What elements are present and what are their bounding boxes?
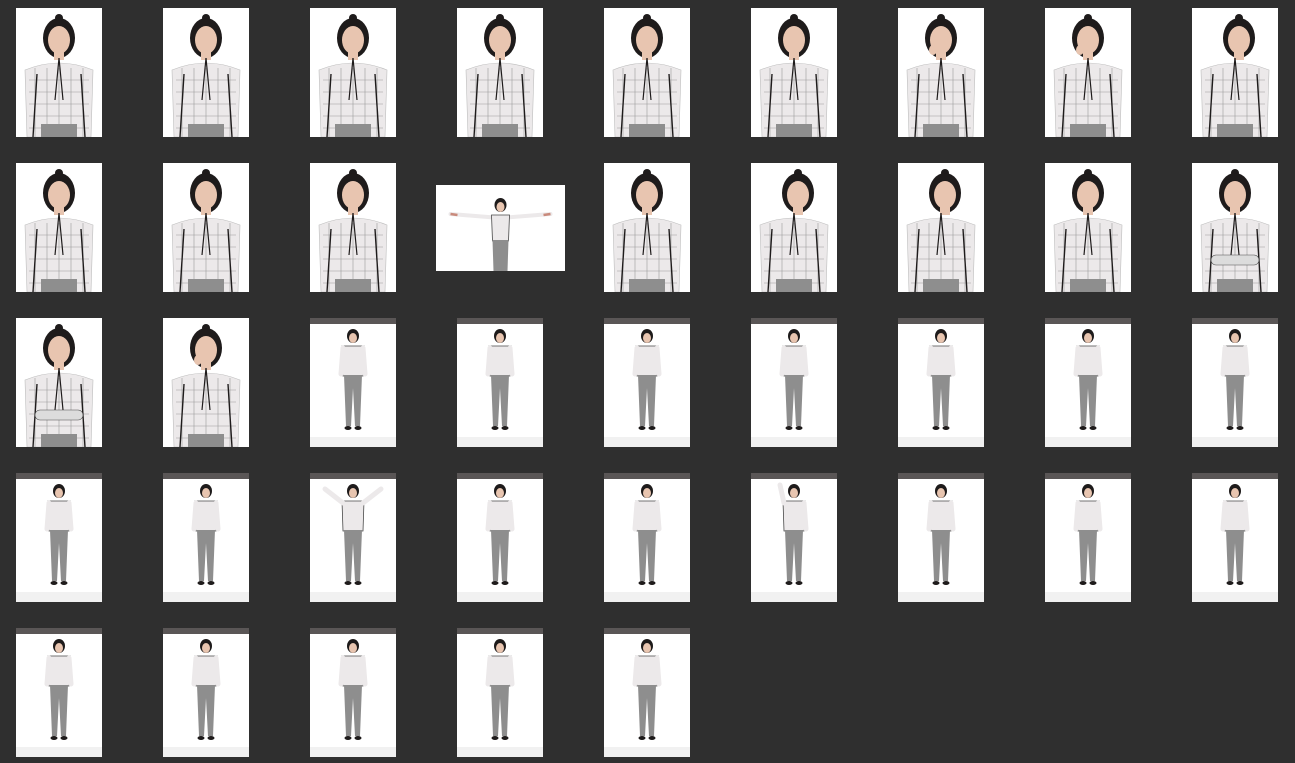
photo-image [163,473,249,602]
photo-thumbnail[interactable] [751,8,837,137]
photo-thumbnail[interactable] [310,163,396,292]
photo-thumbnail[interactable] [898,8,984,137]
photo-thumbnail[interactable] [457,8,543,137]
photo-thumbnail[interactable] [1192,8,1278,137]
photo-image [310,318,396,447]
photo-image [310,628,396,757]
photo-thumbnail[interactable] [163,163,249,292]
photo-thumbnail[interactable] [751,163,837,292]
photo-image [448,197,552,271]
photo-image [163,628,249,757]
photo-thumbnail[interactable] [163,473,249,602]
photo-image [1045,473,1131,602]
photo-image [1045,318,1131,447]
photo-image [1053,169,1123,292]
photo-image [1192,318,1278,447]
photo-image [759,169,829,292]
photo-thumbnail[interactable] [1045,473,1131,602]
photo-thumbnail[interactable] [898,163,984,292]
photo-image [24,169,94,292]
photo-image [612,14,682,137]
photo-thumbnail[interactable] [310,628,396,757]
photo-image [751,473,837,602]
photo-thumbnail[interactable] [604,8,690,137]
photo-thumbnail[interactable] [457,318,543,447]
photo-thumbnail[interactable] [16,473,102,602]
photo-thumbnail[interactable] [898,473,984,602]
photo-thumbnail[interactable] [163,628,249,757]
photo-image [1200,14,1270,137]
photo-thumbnail[interactable] [1045,163,1131,292]
photo-image [898,473,984,602]
photo-thumbnail[interactable] [16,8,102,137]
photo-image [457,628,543,757]
photo-image [898,318,984,447]
photo-thumbnail[interactable] [1192,163,1278,292]
photo-thumbnail[interactable] [16,318,102,447]
photo-thumbnail[interactable] [457,628,543,757]
photo-image [612,169,682,292]
photo-thumbnail[interactable] [898,318,984,447]
photo-image [751,318,837,447]
photo-image [457,318,543,447]
photo-thumbnail[interactable] [310,8,396,137]
photo-image [906,14,976,137]
photo-thumbnail[interactable] [163,8,249,137]
photo-image [1053,14,1123,137]
thumbnail-grid [0,0,1295,763]
photo-image [604,473,690,602]
photo-thumbnail[interactable] [457,473,543,602]
photo-thumbnail[interactable] [163,318,249,447]
photo-thumbnail[interactable] [310,318,396,447]
photo-image [310,473,396,602]
photo-thumbnail[interactable] [1192,473,1278,602]
photo-image [457,473,543,602]
photo-image [171,169,241,292]
photo-image [759,14,829,137]
photo-thumbnail[interactable] [16,628,102,757]
photo-image [16,473,102,602]
photo-thumbnail[interactable] [16,163,102,292]
photo-thumbnail[interactable] [1045,318,1131,447]
photo-thumbnail[interactable] [751,318,837,447]
photo-thumbnail[interactable] [1192,318,1278,447]
photo-image [171,14,241,137]
photo-thumbnail[interactable] [435,184,565,271]
photo-image [318,14,388,137]
photo-image [465,14,535,137]
photo-thumbnail[interactable] [604,318,690,447]
photo-image [1200,169,1270,292]
photo-image [171,324,241,447]
photo-image [318,169,388,292]
photo-image [1192,473,1278,602]
photo-thumbnail[interactable] [604,628,690,757]
photo-thumbnail[interactable] [604,473,690,602]
photo-thumbnail[interactable] [604,163,690,292]
photo-thumbnail[interactable] [1045,8,1131,137]
photo-image [24,14,94,137]
photo-thumbnail[interactable] [310,473,396,602]
photo-image [16,628,102,757]
photo-image [604,318,690,447]
photo-image [906,169,976,292]
photo-thumbnail[interactable] [751,473,837,602]
photo-image [604,628,690,757]
photo-image [24,324,94,447]
